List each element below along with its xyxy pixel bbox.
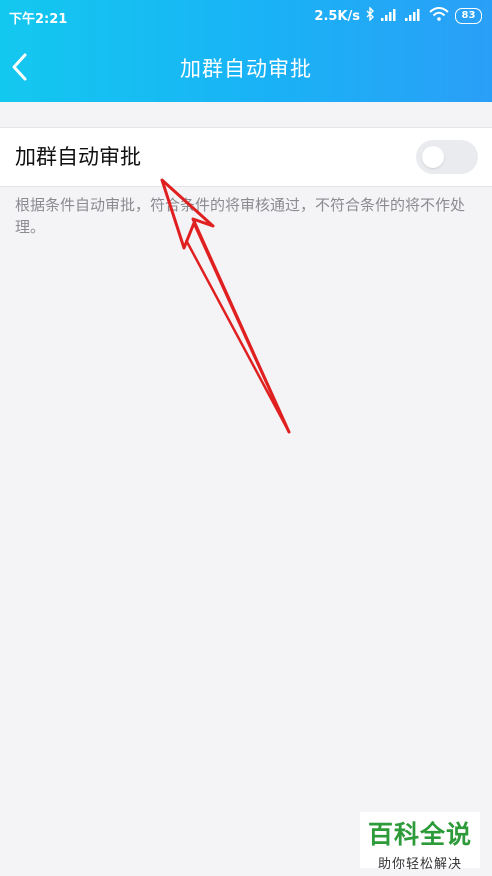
wifi-icon <box>429 7 449 25</box>
toggle-knob <box>422 146 444 168</box>
auto-approve-setting-row[interactable]: 加群自动审批 <box>0 127 492 187</box>
network-speed: 2.5K/s <box>314 8 360 24</box>
battery-icon: 83 <box>455 8 482 24</box>
navigation-bar: 加群自动审批 <box>0 32 492 102</box>
auto-approve-toggle[interactable] <box>416 140 478 174</box>
watermark-logo: 百科全说 助你轻松解决 <box>360 812 480 872</box>
app-header: 下午2:21 2.5K/s 83 加群自动审批 <box>0 0 492 102</box>
page-title: 加群自动审批 <box>180 57 312 81</box>
status-indicators: 2.5K/s 83 <box>314 6 482 26</box>
signal-icon <box>405 8 423 25</box>
status-bar: 下午2:21 2.5K/s 83 <box>0 0 492 32</box>
auto-approve-label: 加群自动审批 <box>15 145 141 169</box>
signal-icon <box>381 8 399 25</box>
watermark-title: 百科全说 <box>367 820 472 849</box>
setting-description: 根据条件自动审批，符合条件的将审核通过，不符合条件的将不作处理。 <box>15 196 466 236</box>
status-time: 下午2:21 <box>9 12 68 27</box>
bluetooth-icon <box>366 6 375 25</box>
watermark-subtitle: 助你轻松解决 <box>377 857 462 872</box>
